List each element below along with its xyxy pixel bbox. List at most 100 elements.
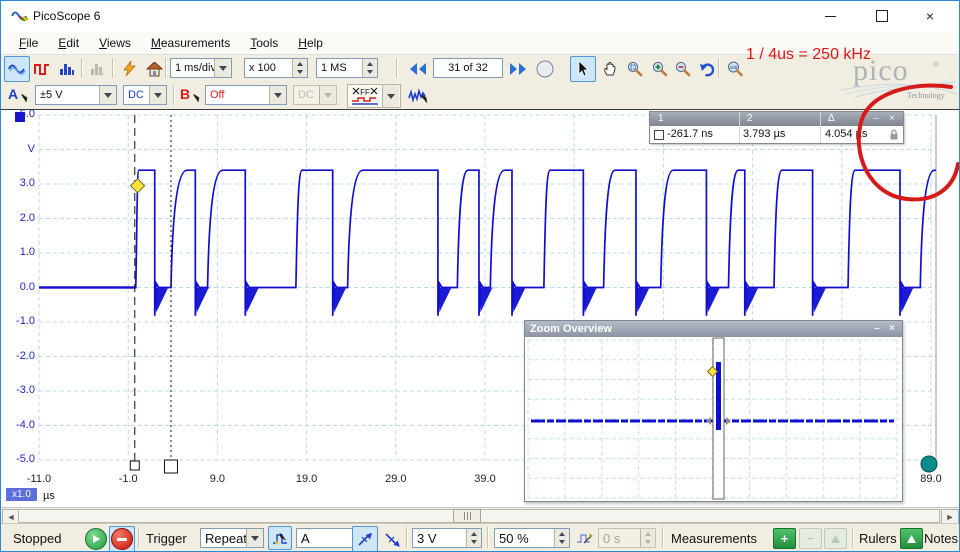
statusbar-separator <box>406 527 408 548</box>
zoom-box-icon <box>627 61 643 77</box>
select-tool-button[interactable] <box>570 56 596 82</box>
undo-zoom-button[interactable] <box>694 56 720 82</box>
go-arrow-icon <box>93 535 100 543</box>
zoom-overview-titlebar[interactable]: Zoom Overview – × <box>525 321 902 337</box>
menu-help[interactable]: Help <box>288 33 333 53</box>
maximize-button[interactable] <box>865 7 899 25</box>
zoom-overview-window[interactable]: Zoom Overview – × <box>524 320 903 502</box>
trigger-mode-select[interactable]: Repeat <box>200 528 264 548</box>
ruler-legend-header: 1 2 Δ – × <box>650 112 903 126</box>
persistence-mode-button[interactable] <box>29 56 55 82</box>
buffer-navigator-button[interactable] <box>532 56 558 82</box>
awg-wave-icon <box>408 88 428 104</box>
ruler-legend-row: -261.7 ns 3.793 µs 4.054 µs <box>650 126 903 143</box>
start-capture-button[interactable] <box>85 528 107 550</box>
channel-b-range-select[interactable]: Off <box>205 85 287 105</box>
timebase-select[interactable]: 1 ms/div <box>170 58 232 78</box>
channel-b-coupling-select-disabled: DC <box>293 85 337 105</box>
spin-down-icon[interactable] <box>293 68 307 77</box>
ruler-checkbox[interactable] <box>654 130 664 140</box>
marquee-zoom-button[interactable] <box>622 56 648 82</box>
menu-tools[interactable]: Tools <box>240 33 288 53</box>
filter-dropdown-button[interactable] <box>382 85 399 107</box>
trigger-marker-button[interactable] <box>268 526 292 550</box>
chevron-down-icon[interactable] <box>269 86 286 104</box>
lock-icon[interactable] <box>889 129 899 140</box>
scope-view[interactable]: 5.0 3.0 2.0 1.0 0.0 -1.0 -2.0 -3.0 -4.0 -5.0 V -11… <box>1 108 959 525</box>
ruler-col-2: 2 <box>747 113 753 124</box>
trigger-delay-button[interactable] <box>572 526 596 550</box>
close-button[interactable]: × <box>913 7 947 25</box>
auto-setup-button[interactable] <box>116 56 142 82</box>
home-button[interactable] <box>141 56 167 82</box>
ruler-legend[interactable]: 1 2 Δ – × -261.7 ns 3.793 µs 4.054 µs <box>649 111 904 144</box>
signal-generator-button[interactable] <box>405 83 431 109</box>
spectrum-mode-button[interactable] <box>54 56 80 82</box>
time-ruler-2-handle[interactable] <box>163 459 178 474</box>
chevron-down-icon[interactable] <box>246 529 263 547</box>
teal-marker[interactable] <box>920 455 938 473</box>
previous-buffer-button[interactable] <box>405 56 431 82</box>
zoom-factor-spinner[interactable]: x 100 <box>244 58 308 78</box>
horizontal-scrollbar[interactable]: ◄ ► <box>1 507 959 525</box>
spin-up-icon[interactable] <box>363 59 377 68</box>
next-buffer-button[interactable] <box>505 56 531 82</box>
chevron-down-icon[interactable] <box>149 86 166 104</box>
channel-b-options-arrow-icon[interactable] <box>191 94 201 104</box>
scope-view-button[interactable] <box>4 56 30 82</box>
menu-measurements[interactable]: Measurements <box>141 33 240 53</box>
zoom-out-button[interactable] <box>670 56 696 82</box>
hand-icon <box>604 61 616 76</box>
spin-up-icon[interactable] <box>555 529 569 538</box>
delay-wave-icon <box>576 532 592 543</box>
falling-edge-button[interactable] <box>379 526 405 551</box>
chevron-down-icon[interactable] <box>99 86 116 104</box>
buffer-position-field[interactable]: 31 of 32 <box>433 58 503 78</box>
legend-minimize-button[interactable]: – <box>870 113 882 124</box>
spin-up-icon[interactable] <box>467 529 481 538</box>
trigger-marker[interactable] <box>129 177 146 194</box>
trigger-level-spinner[interactable]: 3 V <box>412 528 482 548</box>
menu-edit[interactable]: Edit <box>48 33 89 53</box>
menu-file[interactable]: File <box>9 33 48 53</box>
pan-tool-button[interactable] <box>597 56 623 82</box>
app-icon <box>11 11 29 22</box>
chevron-down-icon[interactable] <box>214 59 231 77</box>
axis-zoom-badge[interactable]: x1.0 <box>6 488 37 501</box>
stop-capture-button[interactable] <box>109 526 135 551</box>
channel-a-range-select[interactable]: ±5 V <box>35 85 117 105</box>
channel-a-coupling-value: DC <box>128 89 144 101</box>
spin-down-icon[interactable] <box>555 538 569 547</box>
spin-down-icon[interactable] <box>363 68 377 77</box>
channel-a-coupling-select[interactable]: DC <box>123 85 167 105</box>
zoom-overview-close-button[interactable]: × <box>886 323 898 334</box>
minus-icon: − <box>806 531 815 546</box>
pretrigger-spinner[interactable]: 50 % <box>494 528 570 548</box>
time-ruler-1-handle[interactable] <box>129 460 140 471</box>
y-tick-label: -5.0 <box>16 453 35 465</box>
toolbar-separator <box>396 58 398 78</box>
minimize-button[interactable] <box>813 7 847 25</box>
lowpass-filter-button[interactable]: FF <box>348 85 382 107</box>
persistence-options-button-disabled[interactable] <box>85 56 111 82</box>
spin-up-icon[interactable] <box>293 59 307 68</box>
menu-views[interactable]: Views <box>89 33 141 53</box>
zoom-full-button[interactable]: 100 <box>722 56 748 82</box>
y-tick-label: 3.0 <box>19 177 35 189</box>
sample-count-spinner[interactable]: 1 MS <box>316 58 378 78</box>
y-axis-unit: V <box>27 142 35 155</box>
capture-status: Stopped <box>13 531 62 546</box>
zoom-overview-minimize-button[interactable]: – <box>871 323 883 334</box>
scrollbar-grip[interactable] <box>453 509 481 523</box>
toolbar-separator <box>112 58 114 78</box>
channel-a-options-arrow-icon[interactable] <box>19 94 29 104</box>
svg-text:FF: FF <box>360 88 370 97</box>
window-title: PicoScope 6 <box>33 9 101 23</box>
add-measurement-button[interactable]: + <box>773 528 796 549</box>
double-left-arrow-icon <box>410 63 426 75</box>
spin-down-icon[interactable] <box>467 538 481 547</box>
rising-edge-button[interactable] <box>352 526 378 551</box>
rulers-button[interactable] <box>900 528 923 549</box>
channel-b-range-value: Off <box>210 89 225 101</box>
legend-close-button[interactable]: × <box>886 113 898 124</box>
